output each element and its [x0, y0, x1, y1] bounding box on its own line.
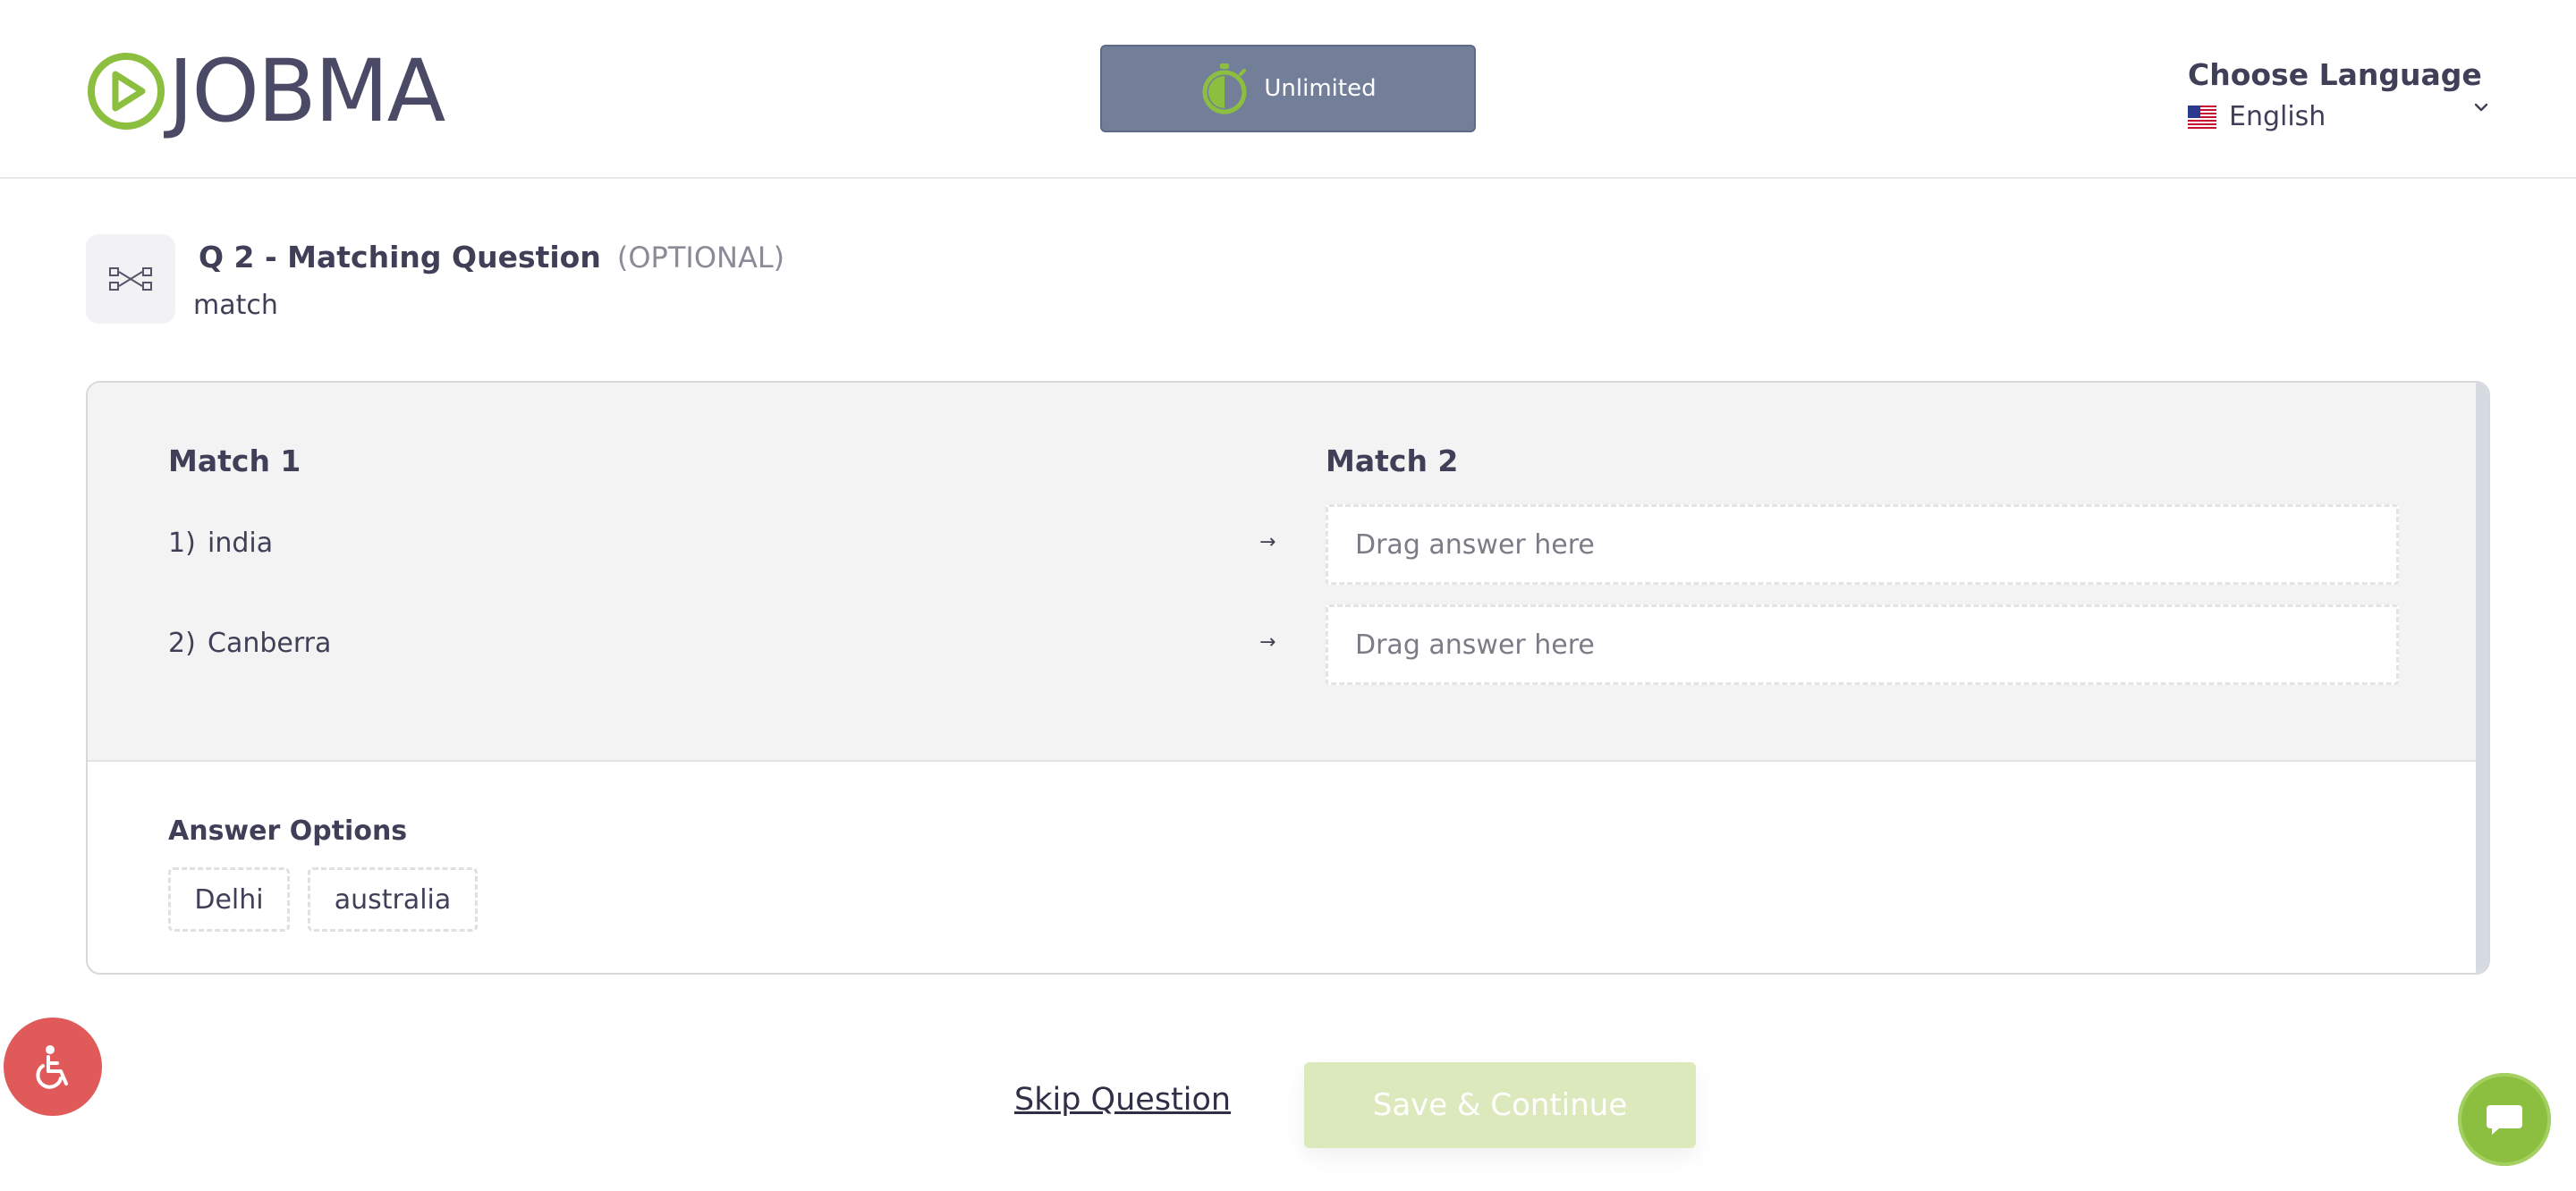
skip-question-link[interactable]: Skip Question	[1014, 1082, 1231, 1118]
match2-header: Match 2	[1326, 443, 1459, 478]
chat-button[interactable]	[2458, 1073, 2551, 1166]
arrow-right-icon: →	[1259, 631, 1276, 654]
match1-header: Match 1	[168, 443, 301, 478]
wheelchair-icon	[36, 1045, 68, 1089]
language-title: Choose Language	[2188, 57, 2482, 92]
jobma-logo: JOBMA	[86, 41, 445, 141]
match-prompt: Canberra	[208, 628, 332, 659]
top-header: JOBMA Unlimited Choose Language English	[0, 0, 2576, 179]
accessibility-button[interactable]	[4, 1018, 102, 1116]
match-number: 1)	[168, 528, 196, 559]
stopwatch-icon	[1202, 63, 1247, 114]
language-selector[interactable]: Choose Language English	[2188, 57, 2492, 147]
answer-options-title: Answer Options	[168, 815, 408, 847]
timer-display: Unlimited	[1100, 45, 1476, 132]
question-title-row: Q 2 - Matching Question (OPTIONAL)	[199, 240, 784, 275]
answer-chip-australia[interactable]: australia	[308, 867, 478, 932]
question-type-badge	[86, 234, 175, 324]
matching-panel: Match 1 Match 2 1) india → Drag answer h…	[86, 381, 2490, 975]
matching-icon	[109, 267, 152, 291]
arrow-right-icon: →	[1259, 531, 1276, 553]
panel-scrollbar[interactable]	[2476, 383, 2488, 973]
match-number: 2)	[168, 628, 196, 659]
drop-zone-2[interactable]: Drag answer here	[1326, 604, 2399, 685]
chat-bubble-icon	[2487, 1105, 2522, 1135]
answer-chip-delhi[interactable]: Delhi	[168, 867, 290, 932]
save-continue-button[interactable]: Save & Continue	[1304, 1062, 1696, 1148]
question-title: Q 2 - Matching Question	[199, 240, 601, 275]
drop-zone-1[interactable]: Drag answer here	[1326, 504, 2399, 585]
play-circle-icon	[88, 53, 165, 130]
language-value: English	[2229, 101, 2326, 132]
match-row-2: 2) Canberra	[168, 628, 331, 659]
chevron-down-icon[interactable]	[2470, 97, 2492, 118]
logo-text: JOBMA	[168, 41, 445, 141]
question-subtitle: match	[193, 290, 278, 321]
timer-label: Unlimited	[1264, 75, 1377, 102]
optional-tag: (OPTIONAL)	[616, 241, 785, 275]
match-prompt: india	[208, 528, 274, 559]
us-flag-icon	[2188, 105, 2216, 129]
match-row-1: 1) india	[168, 528, 273, 559]
